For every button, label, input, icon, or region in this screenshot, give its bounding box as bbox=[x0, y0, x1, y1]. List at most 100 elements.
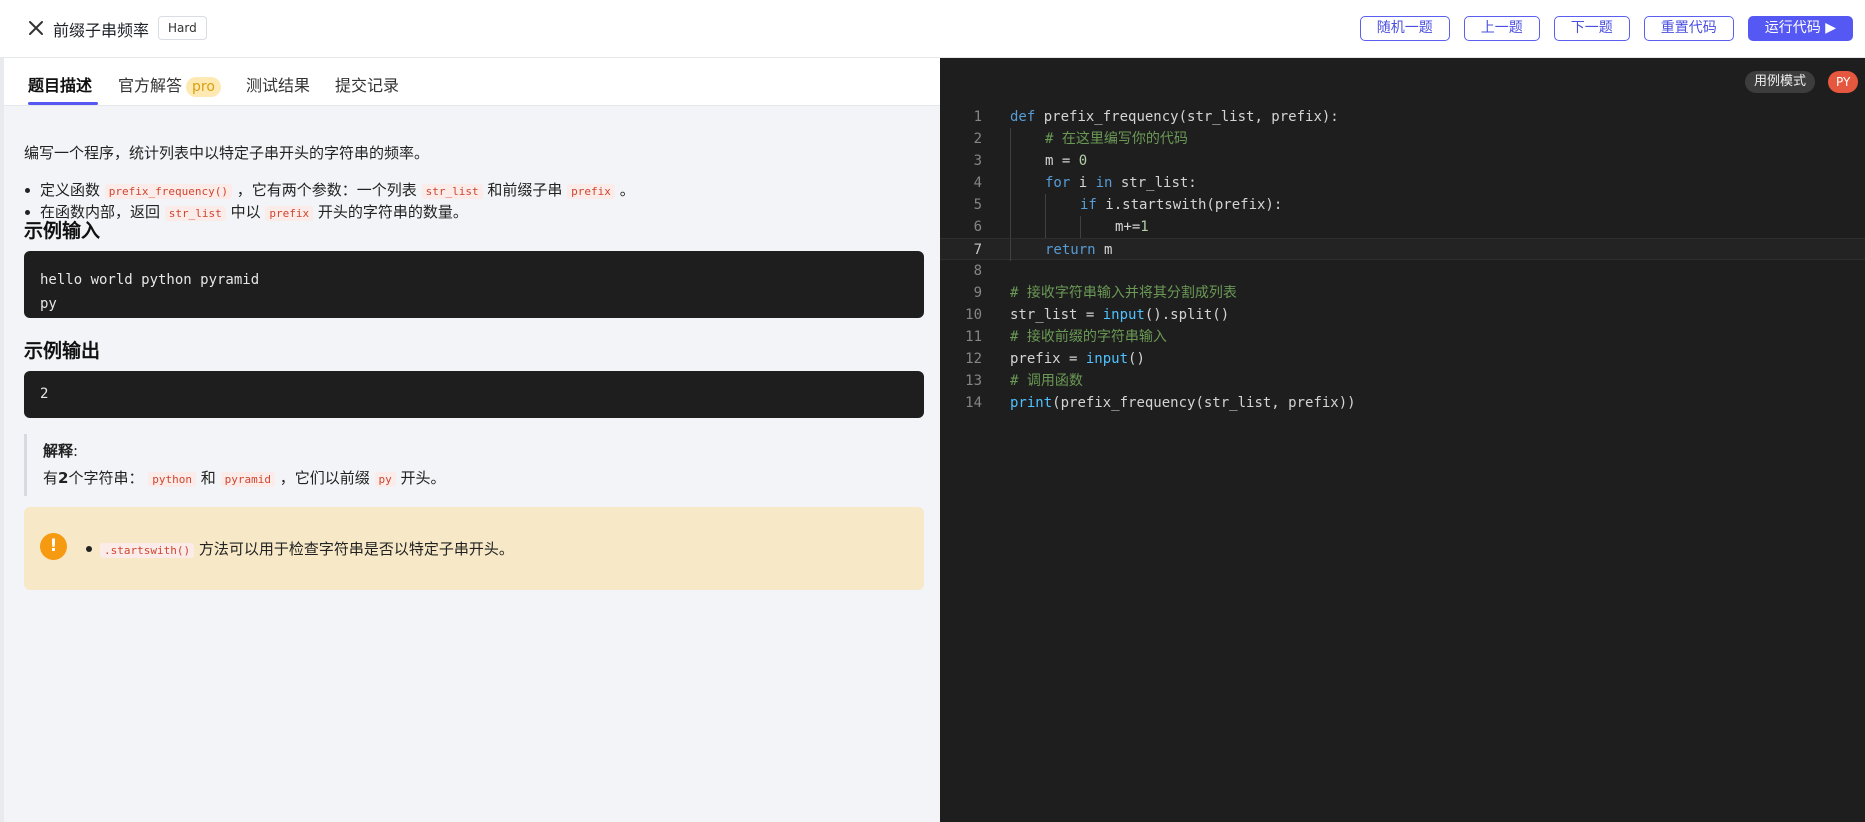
warning-icon: ! bbox=[40, 533, 67, 560]
hint-box: ! .startswith() 方法可以用于检查字符串是否以特定子串开头。 bbox=[24, 507, 924, 590]
line-number: 11 bbox=[965, 329, 982, 345]
text: 2 bbox=[58, 469, 69, 487]
text: 。 bbox=[619, 181, 635, 199]
code-text[interactable]: for i in str_list: bbox=[1010, 172, 1197, 194]
code-text[interactable]: m = 0 bbox=[1010, 150, 1087, 172]
tab-description[interactable]: 题目描述 bbox=[28, 72, 92, 96]
top-bar: 前缀子串频率 Hard 随机一题 上一题 下一题 重置代码 运行代码 ▶ bbox=[0, 0, 1865, 58]
top-actions: 随机一题 上一题 下一题 重置代码 运行代码 ▶ bbox=[1359, 16, 1853, 41]
line-number: 14 bbox=[965, 395, 982, 411]
code-text[interactable]: prefix = input() bbox=[1010, 348, 1145, 370]
code-line[interactable]: 14 print(prefix_frequency(str_list, prefi… bbox=[940, 392, 1865, 414]
code-line[interactable]: 1 def prefix_frequency(str_list, prefix): bbox=[940, 106, 1865, 128]
inline-code: str_list bbox=[164, 206, 226, 221]
language-badge: PY bbox=[1828, 71, 1859, 93]
inline-code: .startswith() bbox=[100, 543, 195, 558]
code-line[interactable]: 6 m+=1 bbox=[940, 216, 1865, 238]
inline-code: pyramid bbox=[220, 472, 275, 487]
text: 和 bbox=[200, 469, 216, 487]
explanation-block: 解释: 有2个字符串： python 和 pyramid ，它们以前缀 py 开… bbox=[24, 434, 924, 496]
code-line[interactable]: 12 prefix = input() bbox=[940, 348, 1865, 370]
code-text[interactable]: print(prefix_frequency(str_list, prefix)… bbox=[1010, 392, 1356, 414]
inline-code: python bbox=[148, 472, 196, 487]
code-editor[interactable]: 用例模式 PY 1 def prefix_frequency(str_list, … bbox=[940, 58, 1865, 822]
line-number: 12 bbox=[965, 351, 982, 367]
close-icon[interactable] bbox=[24, 16, 48, 40]
line-number: 9 bbox=[973, 285, 982, 301]
problem-tabs: 题目描述 官方解答 pro 测试结果 提交记录 bbox=[4, 58, 940, 106]
code-line[interactable]: 2 # 在这里编写你的代码 bbox=[940, 128, 1865, 150]
inline-code: prefix_frequency() bbox=[104, 184, 233, 199]
code-text[interactable]: m+=1 bbox=[1010, 216, 1149, 238]
previous-problem-button[interactable]: 上一题 bbox=[1463, 16, 1540, 41]
code-text[interactable]: if i.startswith(prefix): bbox=[1010, 194, 1282, 216]
code-line[interactable]: 7 return m bbox=[940, 238, 1865, 261]
example-output-block: 2 bbox=[24, 371, 924, 418]
example-input-heading: 示例输入 bbox=[24, 220, 101, 242]
code-line[interactable]: 10 str_list = input().split() bbox=[940, 304, 1865, 326]
inline-code: prefix bbox=[265, 206, 314, 221]
text: ，它有两个参数：一个列表 bbox=[236, 181, 417, 199]
example-output-heading: 示例输出 bbox=[24, 340, 101, 362]
test-case-mode-toggle[interactable]: 用例模式 bbox=[1745, 71, 1816, 93]
run-code-button[interactable]: 运行代码 ▶ bbox=[1747, 16, 1853, 41]
code-line[interactable]: 8 bbox=[940, 260, 1865, 282]
line-number: 5 bbox=[973, 197, 982, 213]
code-text[interactable]: # 在这里编写你的代码 bbox=[1010, 128, 1188, 150]
code-line[interactable]: 5 if i.startswith(prefix): bbox=[940, 194, 1865, 216]
inline-code: py bbox=[374, 472, 396, 487]
line-number: 10 bbox=[965, 307, 982, 323]
line-number: 7 bbox=[973, 242, 982, 258]
problem-title: 前缀子串频率 bbox=[53, 21, 150, 40]
code-line[interactable]: 13 # 调用函数 bbox=[940, 370, 1865, 392]
example-input-block: hello world python pyramid py bbox=[24, 251, 924, 318]
inline-code: str_list bbox=[421, 184, 483, 199]
requirements-list: 定义函数 prefix_frequency() ，它有两个参数：一个列表 str… bbox=[24, 179, 635, 223]
text: 开头。 bbox=[400, 469, 446, 487]
line-number: 4 bbox=[973, 175, 982, 191]
text: 开头的字符串的数量。 bbox=[317, 203, 468, 221]
text: 有 bbox=[43, 469, 59, 487]
code-lines[interactable]: 1 def prefix_frequency(str_list, prefix):… bbox=[940, 106, 1865, 414]
code-text[interactable]: str_list = input().split() bbox=[1010, 304, 1229, 326]
line-number: 2 bbox=[973, 131, 982, 147]
text: ，它们以前缀 bbox=[279, 469, 370, 487]
code-text[interactable]: def prefix_frequency(str_list, prefix): bbox=[1010, 106, 1339, 128]
list-item: 定义函数 prefix_frequency() ，它有两个参数：一个列表 str… bbox=[24, 179, 635, 201]
text: 个字符串： bbox=[68, 469, 144, 487]
inline-code: prefix bbox=[567, 184, 615, 199]
pro-badge: pro bbox=[186, 77, 221, 97]
code-line[interactable]: 11 # 接收前缀的字符串输入 bbox=[940, 326, 1865, 348]
code-text[interactable]: return m bbox=[1010, 239, 1112, 261]
tab-submissions[interactable]: 提交记录 bbox=[335, 72, 399, 96]
tab-solution[interactable]: 官方解答 pro bbox=[118, 72, 221, 97]
code-line[interactable]: 3 m = 0 bbox=[940, 150, 1865, 172]
code-text[interactable]: # 接收字符串输入并将其分割成列表 bbox=[1010, 282, 1237, 304]
explanation-label: 解释: bbox=[43, 440, 924, 461]
problem-intro: 编写一个程序，统计列表中以特定子串开头的字符串的频率。 bbox=[24, 144, 430, 162]
tab-test-results[interactable]: 测试结果 bbox=[246, 72, 310, 96]
code-text[interactable]: # 调用函数 bbox=[1010, 370, 1083, 392]
line-number: 1 bbox=[973, 109, 982, 125]
hint-text: .startswith() 方法可以用于检查字符串是否以特定子串开头。 bbox=[84, 538, 514, 559]
reset-code-button[interactable]: 重置代码 bbox=[1643, 16, 1734, 41]
difficulty-badge: Hard bbox=[158, 16, 207, 40]
text: 中以 bbox=[230, 203, 261, 221]
line-number: 8 bbox=[973, 263, 982, 279]
text: 方法可以用于检查字符串是否以特定子串开头。 bbox=[198, 540, 514, 558]
explanation-text: 有2个字符串： python 和 pyramid ，它们以前缀 py 开头。 bbox=[43, 467, 924, 488]
code-line[interactable]: 4 for i in str_list: bbox=[940, 172, 1865, 194]
code-text[interactable]: # 接收前缀的字符串输入 bbox=[1010, 326, 1167, 348]
text: 解释 bbox=[43, 442, 74, 460]
problem-panel: 题目描述 官方解答 pro 测试结果 提交记录 编写一个程序，统计列表中以特定子串… bbox=[0, 58, 940, 822]
text: 定义函数 bbox=[40, 181, 101, 199]
random-problem-button[interactable]: 随机一题 bbox=[1359, 16, 1450, 41]
list-item: 在函数内部，返回 str_list 中以 prefix 开头的字符串的数量。 bbox=[24, 201, 635, 223]
line-number: 13 bbox=[965, 373, 982, 389]
next-problem-button[interactable]: 下一题 bbox=[1553, 16, 1630, 41]
code-line[interactable]: 9 # 接收字符串输入并将其分割成列表 bbox=[940, 282, 1865, 304]
line-number: 3 bbox=[973, 153, 982, 169]
active-tab-indicator bbox=[28, 102, 98, 105]
tab-solution-label: 官方解答 bbox=[118, 76, 183, 95]
text: : bbox=[73, 442, 79, 460]
